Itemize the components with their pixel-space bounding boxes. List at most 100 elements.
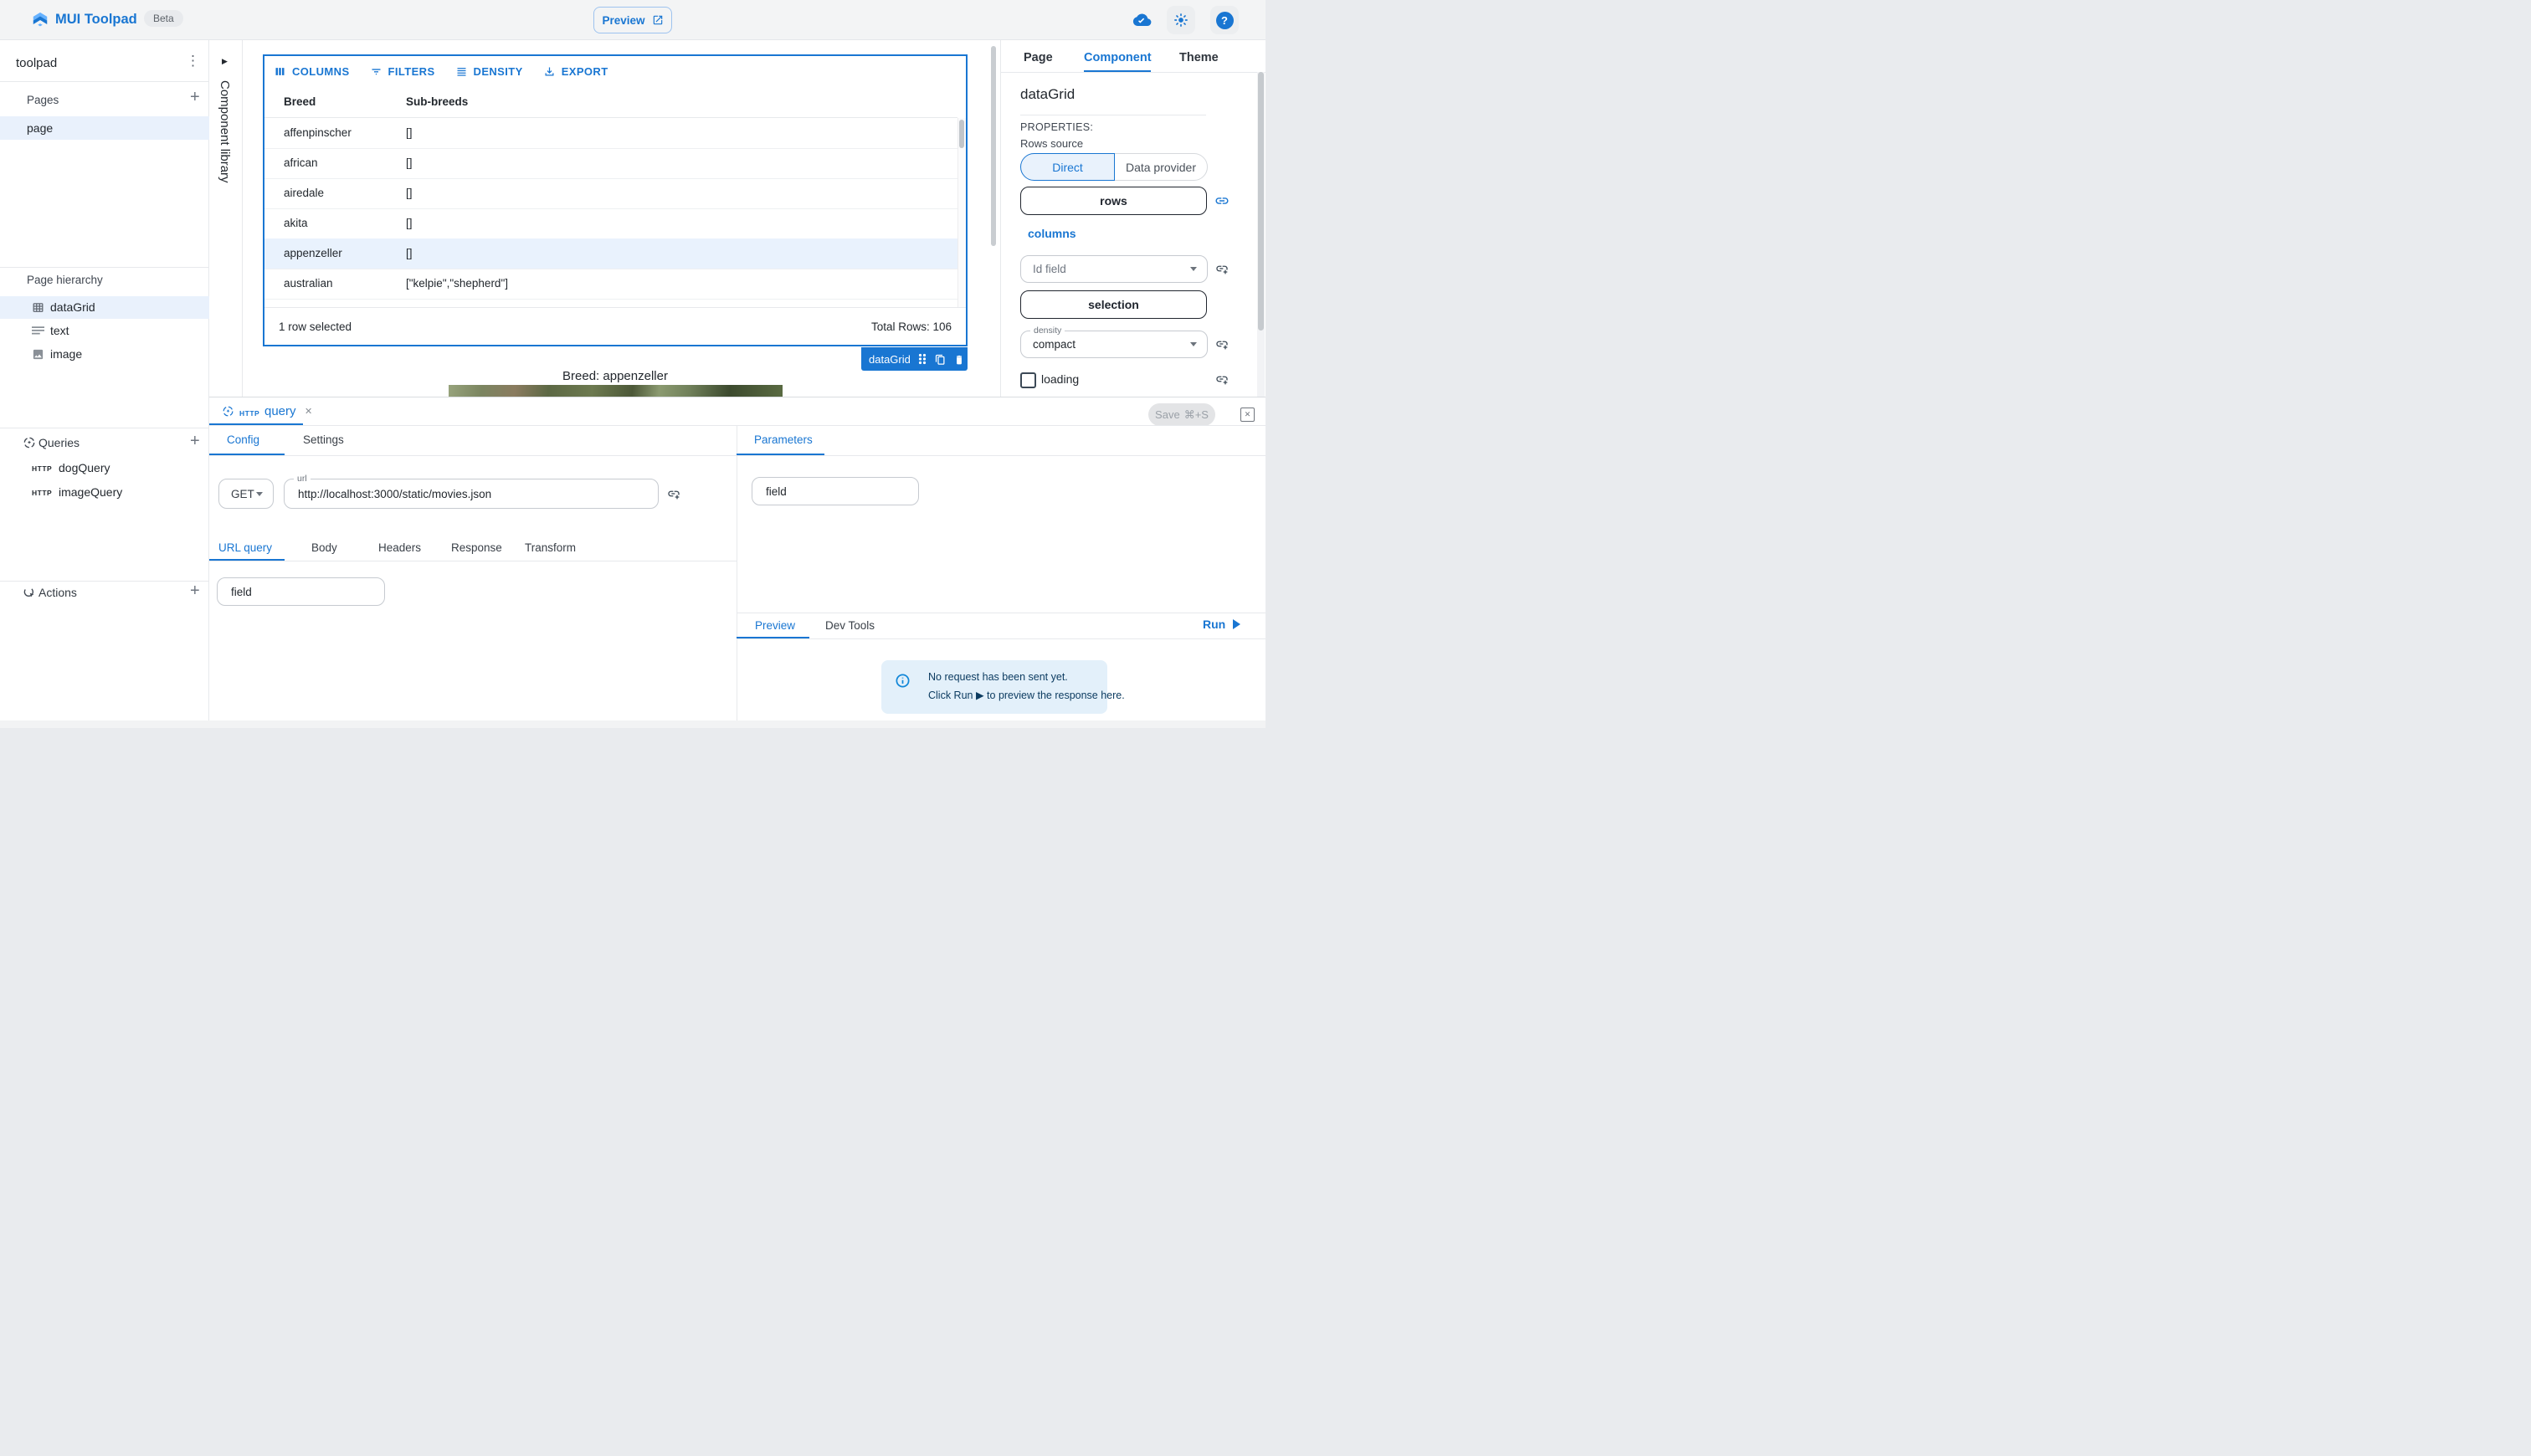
selection-button-label: selection: [1088, 298, 1139, 311]
url-query-field-input[interactable]: [217, 577, 385, 606]
rows-source-direct-option[interactable]: Direct: [1020, 153, 1115, 181]
table-row[interactable]: australian ["kelpie","shepherd"]: [264, 269, 957, 300]
datagrid-scrollbar[interactable]: [957, 118, 966, 307]
table-row-selected[interactable]: appenzeller []: [264, 238, 957, 269]
cell-breed: airedale: [284, 187, 324, 199]
tab-body[interactable]: Body: [311, 541, 337, 554]
rows-source-dataprovider-option[interactable]: Data provider: [1114, 153, 1208, 181]
tab-url-query[interactable]: URL query: [218, 541, 272, 554]
duplicate-icon[interactable]: [934, 353, 947, 366]
component-title: dataGrid: [1020, 86, 1075, 103]
page-item-label: page: [27, 121, 53, 135]
column-header-breed[interactable]: Breed: [284, 95, 316, 108]
tab-theme[interactable]: Theme: [1179, 51, 1219, 64]
sidebar-item-dogquery[interactable]: HTTP dogQuery: [0, 458, 209, 479]
column-header-subbreeds[interactable]: Sub-breeds: [406, 95, 468, 108]
bind-density-link-icon[interactable]: [1215, 337, 1229, 351]
cell-breed: affenpinscher: [284, 126, 352, 139]
add-action-button[interactable]: +: [190, 582, 200, 599]
theme-toggle-button[interactable]: [1167, 6, 1195, 34]
divider: [209, 455, 1266, 456]
sun-icon: [1173, 12, 1189, 28]
tab-response[interactable]: Response: [451, 541, 502, 554]
help-button[interactable]: ?: [1210, 6, 1239, 34]
data-provider-option-label: Data provider: [1126, 161, 1196, 174]
active-tab-underline: [1084, 70, 1151, 72]
parameter-field-input[interactable]: [752, 477, 919, 505]
bind-url-link-icon[interactable]: [667, 487, 680, 500]
sidebar-item-text[interactable]: text: [0, 320, 209, 342]
table-row[interactable]: airedale []: [264, 178, 957, 209]
selection-binding-button[interactable]: selection: [1020, 290, 1207, 319]
add-query-button[interactable]: +: [190, 433, 200, 449]
columns-button[interactable]: COLUMNS: [274, 65, 350, 78]
component-selection-chip[interactable]: dataGrid: [861, 347, 968, 371]
actions-icon: [23, 586, 36, 599]
direct-option-label: Direct: [1052, 161, 1083, 174]
add-page-button[interactable]: +: [190, 89, 200, 105]
tab-config[interactable]: Config: [227, 433, 259, 446]
density-button[interactable]: DENSITY: [455, 65, 523, 78]
url-input[interactable]: [284, 479, 659, 509]
density-label: DENSITY: [474, 65, 523, 78]
tab-devtools[interactable]: Dev Tools: [825, 619, 875, 632]
cell-subbreeds: []: [406, 247, 413, 259]
id-field-value: Id field: [1033, 263, 1066, 275]
close-query-tab-icon[interactable]: ✕: [305, 406, 312, 417]
preview-tab-underline: [737, 637, 809, 638]
sidebar-item-image[interactable]: image: [0, 343, 209, 366]
url-query-tab-underline: [209, 559, 285, 561]
rows-source-label: Rows source: [1020, 137, 1083, 150]
app-title: MUI Toolpad: [55, 12, 137, 28]
expand-library-arrow-icon[interactable]: ▶: [222, 57, 228, 66]
preview-button[interactable]: Preview: [593, 7, 672, 33]
bind-rows-link-icon[interactable]: [1214, 193, 1230, 208]
image-component[interactable]: [449, 385, 783, 397]
tab-parameters[interactable]: Parameters: [754, 433, 813, 446]
project-menu-button[interactable]: ⋮: [186, 53, 200, 69]
text-component[interactable]: Breed: appenzeller: [502, 369, 728, 383]
component-library-label[interactable]: Component library: [218, 80, 232, 183]
loading-label: loading: [1041, 372, 1079, 386]
tab-settings[interactable]: Settings: [303, 433, 344, 446]
table-row[interactable]: akita []: [264, 208, 957, 239]
sidebar-item-datagrid[interactable]: dataGrid: [0, 296, 209, 319]
canvas-scrollbar[interactable]: [991, 46, 996, 246]
delete-icon[interactable]: [953, 353, 965, 366]
query-item-label: dogQuery: [59, 461, 110, 474]
rows-binding-button[interactable]: rows: [1020, 187, 1207, 215]
table-row[interactable]: african []: [264, 148, 957, 179]
close-panel-icon[interactable]: ✕: [1240, 408, 1255, 422]
drag-handle-icon[interactable]: [917, 353, 927, 365]
inspector-scrollbar-track[interactable]: [1257, 72, 1265, 397]
id-field-select[interactable]: Id field: [1020, 255, 1208, 283]
topbar: MUI Toolpad Beta Preview ?: [0, 0, 1266, 40]
tab-page[interactable]: Page: [1024, 51, 1053, 64]
method-select[interactable]: GET: [218, 479, 274, 509]
datagrid-component[interactable]: COLUMNS FILTERS DENSITY EXPORT: [263, 54, 968, 346]
tab-headers[interactable]: Headers: [378, 541, 421, 554]
filters-button[interactable]: FILTERS: [370, 65, 435, 78]
loading-checkbox[interactable]: [1020, 372, 1036, 388]
sidebar-item-page[interactable]: page: [0, 116, 209, 140]
inspector-scrollbar-thumb[interactable]: [1258, 72, 1264, 331]
export-button[interactable]: EXPORT: [543, 65, 608, 78]
deploy-status-cloud-icon[interactable]: [1132, 12, 1152, 28]
queries-header: Queries: [39, 436, 80, 449]
table-row[interactable]: affenpinscher []: [264, 118, 957, 149]
run-button[interactable]: Run: [1203, 618, 1240, 631]
query-tab-label[interactable]: query: [264, 404, 296, 418]
save-button[interactable]: Save ⌘+S: [1148, 403, 1215, 426]
total-rows-status: Total Rows: 106: [871, 320, 952, 333]
tab-transform[interactable]: Transform: [525, 541, 576, 554]
bind-loading-link-icon[interactable]: [1215, 372, 1229, 386]
columns-property-link[interactable]: columns: [1028, 227, 1076, 240]
cell-subbreeds: []: [406, 126, 413, 139]
divider: [737, 638, 1266, 639]
tab-component[interactable]: Component: [1084, 51, 1152, 64]
tab-preview[interactable]: Preview: [755, 619, 795, 632]
sidebar-item-imagequery[interactable]: HTTP imageQuery: [0, 482, 209, 504]
inspector-panel: Page Component Theme dataGrid PROPERTIES…: [1000, 40, 1266, 397]
cell-subbreeds: []: [406, 217, 413, 229]
bind-idfield-link-icon[interactable]: [1215, 262, 1229, 275]
